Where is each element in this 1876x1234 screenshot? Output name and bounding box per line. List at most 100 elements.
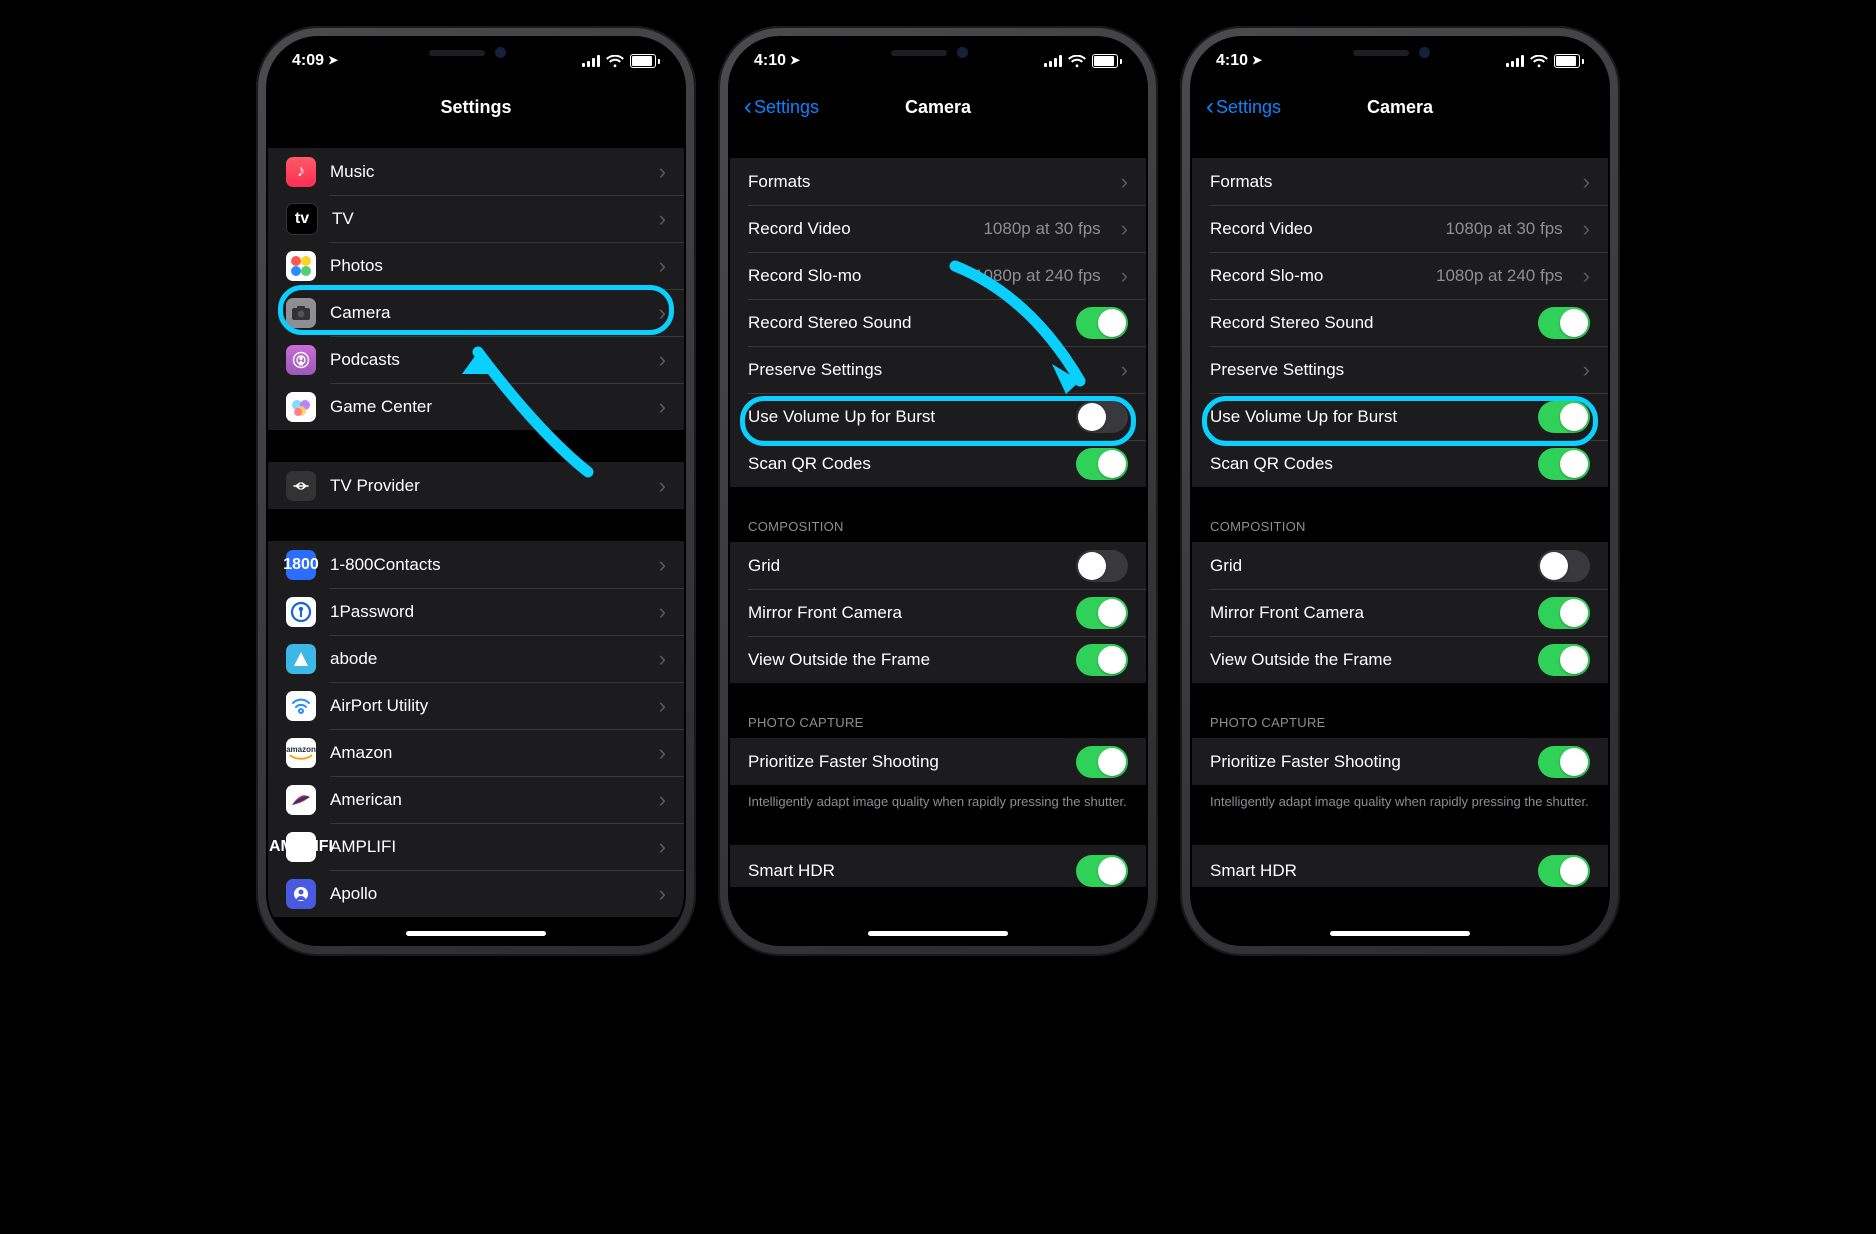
row-record_video[interactable]: Record Video1080p at 30 fps› bbox=[1192, 205, 1608, 252]
row-faster[interactable]: Prioritize Faster Shooting bbox=[1192, 738, 1608, 785]
chevron-right-icon: › bbox=[659, 881, 666, 907]
toggle-switch[interactable] bbox=[1076, 550, 1128, 582]
row-label: Preserve Settings bbox=[748, 360, 1101, 380]
toggle-switch[interactable] bbox=[1538, 644, 1590, 676]
settings-list[interactable]: ♪ Music › tv TV › Photos › bbox=[268, 130, 684, 944]
phone-frame-3: 4:10 ➤ ‹ Settings Camera Format bbox=[1180, 26, 1620, 956]
row-grid[interactable]: Grid bbox=[1192, 542, 1608, 589]
chevron-left-icon: ‹ bbox=[744, 95, 752, 119]
row-formats[interactable]: Formats› bbox=[730, 158, 1146, 205]
row-record_slomo[interactable]: Record Slo-mo1080p at 240 fps› bbox=[730, 252, 1146, 299]
toggle-switch[interactable] bbox=[1076, 448, 1128, 480]
row-preserve[interactable]: Preserve Settings› bbox=[730, 346, 1146, 393]
row-mirror[interactable]: Mirror Front Camera bbox=[1192, 589, 1608, 636]
row-label: Scan QR Codes bbox=[1210, 454, 1524, 474]
row-outside[interactable]: View Outside the Frame bbox=[730, 636, 1146, 683]
home-indicator[interactable] bbox=[1330, 931, 1470, 936]
phone-frame-1: 4:09 ➤ Settings bbox=[256, 26, 696, 956]
toggle-switch[interactable] bbox=[1538, 401, 1590, 433]
row-qr[interactable]: Scan QR Codes bbox=[730, 440, 1146, 487]
home-indicator[interactable] bbox=[406, 931, 546, 936]
section-footer-capture: Intelligently adapt image quality when r… bbox=[730, 785, 1146, 811]
toggle-switch[interactable] bbox=[1076, 644, 1128, 676]
row-1800contacts[interactable]: 1800 1-800Contacts › bbox=[268, 541, 684, 588]
app-icon: AMPLIFI bbox=[286, 832, 316, 862]
row-stereo[interactable]: Record Stereo Sound bbox=[1192, 299, 1608, 346]
section-header-composition: COMPOSITION bbox=[1192, 519, 1608, 542]
row-faster[interactable]: Prioritize Faster Shooting bbox=[730, 738, 1146, 785]
row-amplifi[interactable]: AMPLIFI AMPLIFI › bbox=[268, 823, 684, 870]
toggle-switch[interactable] bbox=[1076, 855, 1128, 887]
chevron-right-icon: › bbox=[659, 473, 666, 499]
row-record_slomo[interactable]: Record Slo-mo1080p at 240 fps› bbox=[1192, 252, 1608, 299]
toggle-switch[interactable] bbox=[1076, 401, 1128, 433]
row-stereo[interactable]: Record Stereo Sound bbox=[730, 299, 1146, 346]
row-podcasts[interactable]: Podcasts › bbox=[268, 336, 684, 383]
row-label: Record Stereo Sound bbox=[1210, 313, 1524, 333]
row-amazon[interactable]: amazon Amazon › bbox=[268, 729, 684, 776]
back-button[interactable]: ‹ Settings bbox=[1206, 84, 1281, 130]
podcasts-icon bbox=[286, 345, 316, 375]
row-photos[interactable]: Photos › bbox=[268, 242, 684, 289]
chevron-left-icon: ‹ bbox=[1206, 95, 1214, 119]
chevron-right-icon: › bbox=[659, 787, 666, 813]
app-icon: amazon bbox=[286, 738, 316, 768]
chevron-right-icon: › bbox=[659, 394, 666, 420]
toggle-switch[interactable] bbox=[1538, 307, 1590, 339]
row-tv[interactable]: tv TV › bbox=[268, 195, 684, 242]
row-label: Mirror Front Camera bbox=[748, 603, 1062, 623]
status-time: 4:10 bbox=[1216, 52, 1248, 70]
row-music[interactable]: ♪ Music › bbox=[268, 148, 684, 195]
chevron-right-icon: › bbox=[659, 740, 666, 766]
row-burst[interactable]: Use Volume Up for Burst bbox=[730, 393, 1146, 440]
tvprovider-icon bbox=[286, 471, 316, 501]
section-header-capture: PHOTO CAPTURE bbox=[1192, 715, 1608, 738]
toggle-switch[interactable] bbox=[1538, 855, 1590, 887]
row-label: Record Video bbox=[1210, 219, 1431, 239]
row-label: Scan QR Codes bbox=[748, 454, 1062, 474]
row-apollo[interactable]: Apollo › bbox=[268, 870, 684, 917]
row-label: Record Slo-mo bbox=[748, 266, 960, 286]
toggle-switch[interactable] bbox=[1076, 307, 1128, 339]
row-mirror[interactable]: Mirror Front Camera bbox=[730, 589, 1146, 636]
toggle-switch[interactable] bbox=[1538, 448, 1590, 480]
chevron-right-icon: › bbox=[659, 159, 666, 185]
row-camera[interactable]: Camera › bbox=[268, 289, 684, 336]
app-icon bbox=[286, 597, 316, 627]
toggle-switch[interactable] bbox=[1538, 550, 1590, 582]
row-label: Formats bbox=[1210, 172, 1563, 192]
row-detail: 1080p at 240 fps bbox=[1436, 266, 1563, 286]
row-1password[interactable]: 1Password › bbox=[268, 588, 684, 635]
row-american[interactable]: American › bbox=[268, 776, 684, 823]
toggle-switch[interactable] bbox=[1076, 597, 1128, 629]
camera-settings-list[interactable]: Formats›Record Video1080p at 30 fps›Reco… bbox=[730, 130, 1146, 944]
chevron-right-icon: › bbox=[659, 206, 666, 232]
toggle-switch[interactable] bbox=[1538, 597, 1590, 629]
app-icon bbox=[286, 785, 316, 815]
row-grid[interactable]: Grid bbox=[730, 542, 1146, 589]
toggle-switch[interactable] bbox=[1076, 746, 1128, 778]
row-qr[interactable]: Scan QR Codes bbox=[1192, 440, 1608, 487]
row-formats[interactable]: Formats› bbox=[1192, 158, 1608, 205]
row-detail: 1080p at 30 fps bbox=[1445, 219, 1562, 239]
row-record_video[interactable]: Record Video1080p at 30 fps› bbox=[730, 205, 1146, 252]
status-time: 4:09 bbox=[292, 52, 324, 70]
row-smart-hdr[interactable]: Smart HDR bbox=[730, 845, 1146, 887]
app-icon: 1800 bbox=[286, 550, 316, 580]
tv-icon: tv bbox=[286, 203, 318, 235]
row-preserve[interactable]: Preserve Settings› bbox=[1192, 346, 1608, 393]
row-label: Use Volume Up for Burst bbox=[748, 407, 1062, 427]
back-button[interactable]: ‹ Settings bbox=[744, 84, 819, 130]
camera-settings-list[interactable]: Formats›Record Video1080p at 30 fps›Reco… bbox=[1192, 130, 1608, 944]
row-tvprovider[interactable]: TV Provider › bbox=[268, 462, 684, 509]
row-burst[interactable]: Use Volume Up for Burst bbox=[1192, 393, 1608, 440]
row-label: Mirror Front Camera bbox=[1210, 603, 1524, 623]
row-gamecenter[interactable]: Game Center › bbox=[268, 383, 684, 430]
row-smart-hdr[interactable]: Smart HDR bbox=[1192, 845, 1608, 887]
row-airport[interactable]: AirPort Utility › bbox=[268, 682, 684, 729]
chevron-right-icon: › bbox=[659, 347, 666, 373]
home-indicator[interactable] bbox=[868, 931, 1008, 936]
toggle-switch[interactable] bbox=[1538, 746, 1590, 778]
row-outside[interactable]: View Outside the Frame bbox=[1192, 636, 1608, 683]
row-abode[interactable]: abode › bbox=[268, 635, 684, 682]
